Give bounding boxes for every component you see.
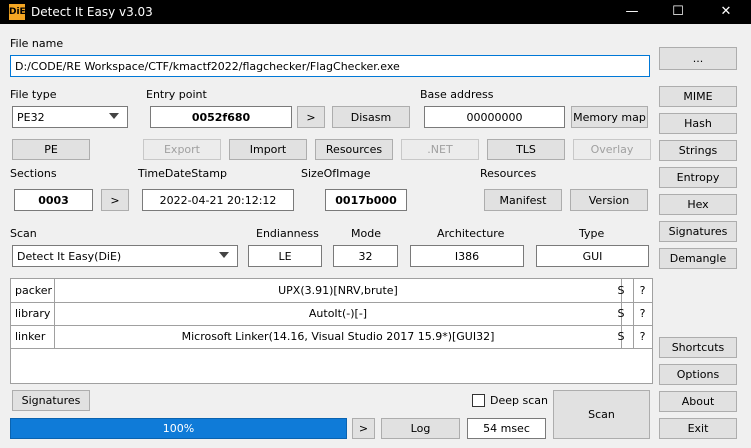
window-title: Detect It Easy v3.03 [31,5,153,19]
result-row[interactable]: packer UPX(3.91)[NRV,brute] S ? [11,279,652,303]
close-button[interactable]: ✕ [703,0,749,24]
strings-button[interactable]: Strings [659,140,737,161]
import-button[interactable]: Import [229,139,307,160]
scan-progress-bar: 100% [10,418,347,439]
options-button[interactable]: Options [659,364,737,385]
pe-button[interactable]: PE [12,139,90,160]
signatures-button[interactable]: Signatures [659,221,737,242]
timestamp-label: TimeDateStamp [138,167,227,180]
sections-label: Sections [10,167,57,180]
sections-field[interactable]: 0003 [14,189,93,211]
chevron-down-icon [219,252,229,258]
hex-button[interactable]: Hex [659,194,737,215]
file-path-input[interactable]: D:/CODE/RE Workspace/CTF/kmactf2022/flag… [10,55,650,77]
memory-map-button[interactable]: Memory map [571,106,648,128]
result-kind: linker [15,330,46,343]
endianness-field[interactable]: LE [248,245,322,267]
result-info-button[interactable]: ? [634,302,651,325]
exit-button[interactable]: Exit [659,418,737,439]
entry-point-go-button[interactable]: > [297,106,325,128]
manifest-button[interactable]: Manifest [484,189,562,211]
scan-button[interactable]: Scan [553,390,650,439]
entry-point-label: Entry point [146,88,207,101]
resources-group-label: Resources [480,167,537,180]
scan-time-field: 54 msec [467,418,546,439]
file-name-label: File name [10,37,64,50]
result-kind: library [15,307,51,320]
app-logo-icon: DiE [9,4,26,20]
file-type-select[interactable]: PE32 [12,106,128,128]
result-kind: packer [15,284,53,297]
result-signature-button[interactable]: S [615,302,627,325]
result-signature-button[interactable]: S [615,325,627,348]
entry-point-field[interactable]: 0052f680 [150,106,292,128]
export-button[interactable]: Export [143,139,221,160]
net-button[interactable]: .NET [401,139,479,160]
architecture-label: Architecture [437,227,505,240]
hash-button[interactable]: Hash [659,113,737,134]
result-row[interactable]: library AutoIt(-)[-] S ? [11,302,652,326]
progress-text: 100% [162,422,195,435]
result-name: UPX(3.91)[NRV,brute] [278,284,398,297]
mime-button[interactable]: MIME [659,86,737,107]
result-row[interactable]: linker Microsoft Linker(14.16, Visual St… [11,325,652,349]
signatures-bottom-button[interactable]: Signatures [12,390,90,411]
endianness-label: Endianness [256,227,319,240]
type-field[interactable]: GUI [536,245,649,267]
size-of-image-field[interactable]: 0017b000 [325,189,407,211]
file-type-label: File type [10,88,57,101]
base-address-label: Base address [420,88,494,101]
scan-label: Scan [10,227,37,240]
maximize-button[interactable]: ☐ [655,0,701,24]
minimize-button[interactable]: — [609,0,655,24]
architecture-field[interactable]: I386 [410,245,524,267]
result-signature-button[interactable]: S [615,279,627,302]
shortcuts-button[interactable]: Shortcuts [659,337,737,358]
chevron-down-icon [109,113,119,119]
result-name: AutoIt(-)[-] [308,307,368,320]
about-button[interactable]: About [659,391,737,412]
sections-go-button[interactable]: > [101,189,129,211]
demangle-button[interactable]: Demangle [659,248,737,269]
disasm-button[interactable]: Disasm [332,106,410,128]
resources-button[interactable]: Resources [315,139,393,160]
progress-go-button[interactable]: > [352,418,375,439]
scan-engine-value: Detect It Easy(DiE) [17,249,122,263]
log-button[interactable]: Log [381,418,460,439]
mode-label: Mode [351,227,381,240]
result-name: Microsoft Linker(14.16, Visual Studio 20… [181,330,495,343]
size-of-image-label: SizeOfImage [301,167,371,180]
deep-scan-label: Deep scan [490,394,548,407]
scan-engine-select[interactable]: Detect It Easy(DiE) [12,245,238,267]
version-button[interactable]: Version [570,189,648,211]
result-info-button[interactable]: ? [634,325,651,348]
overlay-button[interactable]: Overlay [573,139,651,160]
mode-field[interactable]: 32 [333,245,398,267]
scan-results-list[interactable]: packer UPX(3.91)[NRV,brute] S ? library … [10,278,653,384]
deep-scan-checkbox[interactable] [472,394,485,407]
type-label: Type [579,227,605,240]
file-type-value: PE32 [17,110,45,124]
tls-button[interactable]: TLS [487,139,565,160]
base-address-field[interactable]: 00000000 [424,106,565,128]
timestamp-field[interactable]: 2022-04-21 20:12:12 [142,189,294,211]
browse-button[interactable]: ... [659,47,737,70]
result-info-button[interactable]: ? [634,279,651,302]
entropy-button[interactable]: Entropy [659,167,737,188]
